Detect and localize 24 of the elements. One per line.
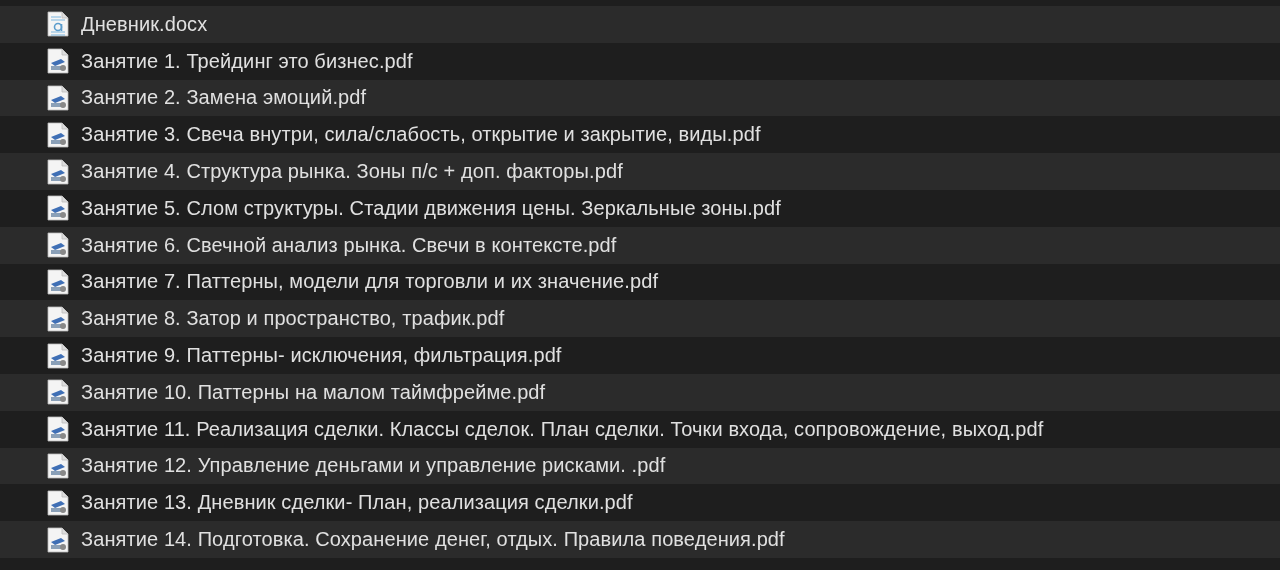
document-icon <box>47 11 69 38</box>
file-name[interactable]: Занятие 5. Слом структуры. Стадии движения цены. Зеркальные зоны.pdf <box>81 196 781 220</box>
pdf-file-icon <box>47 232 69 259</box>
file-name[interactable]: Дневник.docx <box>81 12 208 36</box>
file-name[interactable]: Занятие 11. Реализация сделки. Классы сделок. План сделки. Точки входа, сопровождение, выход.pdf <box>81 417 1044 441</box>
pdf-file-icon <box>47 268 69 295</box>
pdf-file-icon <box>47 305 69 332</box>
pdf-file-icon <box>47 416 69 443</box>
pdf-file-icon <box>47 489 69 516</box>
file-name[interactable]: Занятие 3. Свеча внутри, сила/слабость, открытие и закрытие, виды.pdf <box>81 123 761 147</box>
pdf-file-icon <box>47 48 69 75</box>
pdf-file-icon <box>47 526 69 553</box>
pdf-file-icon <box>47 158 69 185</box>
file-name[interactable]: Занятие 7. Паттерны, модели для торговли и их значение.pdf <box>81 270 659 294</box>
file-name[interactable]: Занятие 2. Замена эмоций.pdf <box>81 86 367 110</box>
file-name[interactable]: Занятие 13. Дневник сделки- План, реализация сделки.pdf <box>81 491 633 515</box>
pdf-file-icon <box>47 85 69 111</box>
file-name[interactable]: Занятие 1. Трейдинг это бизнес.pdf <box>81 49 413 73</box>
pdf-file-icon <box>47 379 69 406</box>
pdf-file-icon <box>47 452 69 479</box>
pdf-file-icon <box>47 342 69 369</box>
pdf-file-icon <box>47 121 69 148</box>
pdf-file-icon <box>47 195 69 222</box>
file-name[interactable]: Занятие 9. Паттерны- исключения, фильтрация.pdf <box>81 344 562 368</box>
